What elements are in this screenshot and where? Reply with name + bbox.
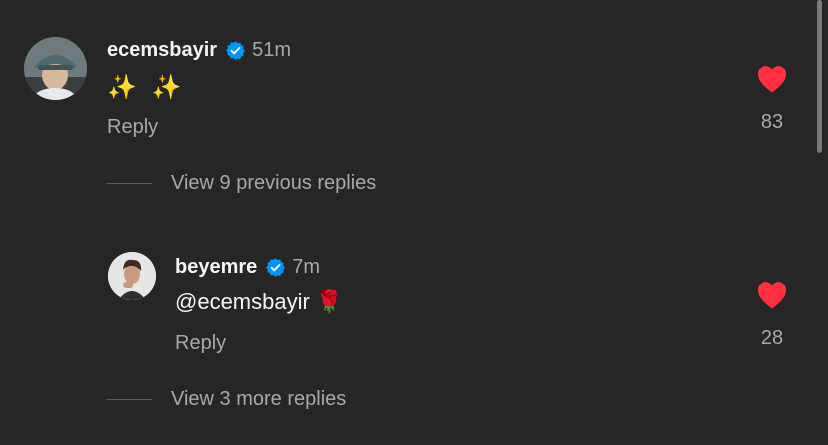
- reply-button[interactable]: Reply: [175, 332, 226, 355]
- verified-badge-icon: [266, 258, 286, 277]
- like-count: 83: [760, 111, 784, 133]
- comments-panel: ecemsbayir 51m ✨ ✨ Reply 83 View 9 previ…: [0, 0, 828, 445]
- view-previous-replies-label: View 9 previous replies: [171, 172, 377, 194]
- avatar-ecemsbayir[interactable]: [24, 37, 87, 100]
- timestamp: 7m: [292, 256, 321, 278]
- username[interactable]: beyemre: [175, 256, 257, 279]
- view-more-replies-label: View 3 more replies: [171, 388, 347, 410]
- comment-header: ecemsbayir 51m: [107, 39, 291, 62]
- divider-line: [107, 399, 152, 400]
- verified-badge-icon: [226, 41, 246, 60]
- comment-text: ✨ ✨: [107, 74, 186, 101]
- like-count: 28: [760, 327, 784, 349]
- heart-filled-icon[interactable]: [755, 278, 789, 309]
- reply-text: @ecemsbayir 🌹: [175, 289, 344, 314]
- reply-button[interactable]: Reply: [107, 116, 158, 139]
- avatar-beyemre[interactable]: [108, 252, 156, 300]
- reply-header: beyemre 7m: [175, 256, 320, 279]
- like-column: 28: [742, 278, 802, 350]
- like-column: 83: [742, 62, 802, 134]
- heart-filled-icon[interactable]: [755, 62, 789, 93]
- view-previous-replies-button[interactable]: View 9 previous replies: [107, 172, 376, 195]
- divider-line: [107, 183, 152, 184]
- timestamp: 51m: [252, 39, 291, 61]
- view-more-replies-button[interactable]: View 3 more replies: [107, 388, 346, 411]
- username[interactable]: ecemsbayir: [107, 39, 217, 62]
- scrollbar[interactable]: [817, 0, 822, 153]
